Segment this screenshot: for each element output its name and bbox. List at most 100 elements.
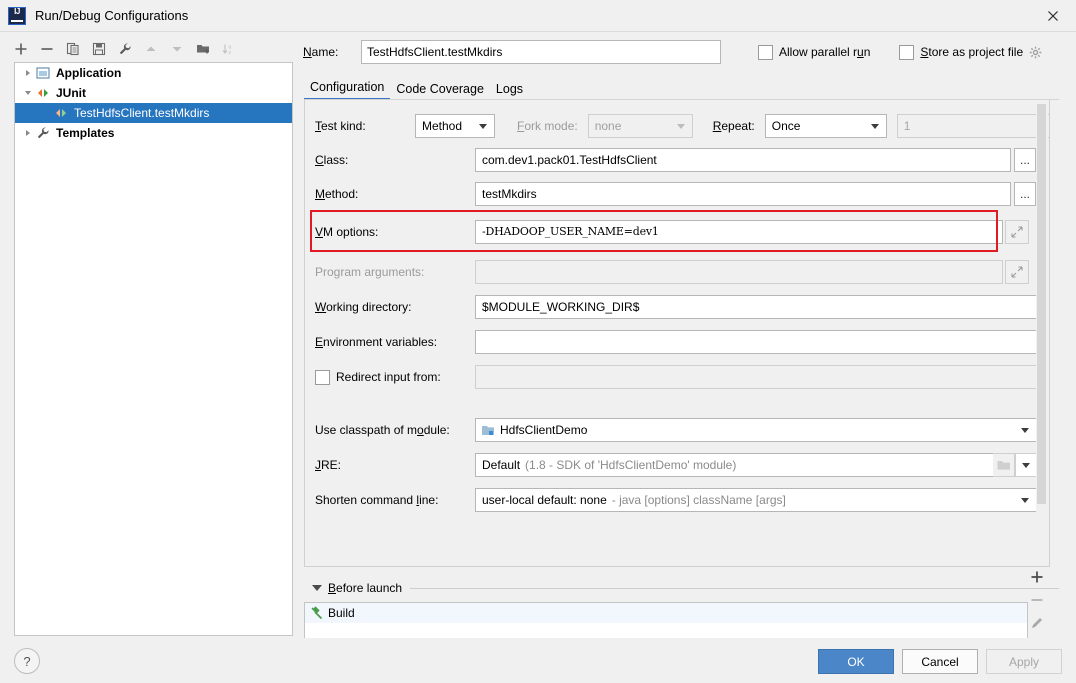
jre-input[interactable]: Default (1.8 - SDK of 'HdfsClientDemo' m…	[475, 453, 993, 477]
config-pane-scrollbar-track[interactable]	[1036, 101, 1048, 565]
working-directory-label: Working directory:	[315, 300, 412, 314]
build-hammer-icon	[310, 606, 328, 620]
shorten-command-line-hint: - java [options] className [args]	[611, 493, 786, 507]
jre-row: JRE: Default (1.8 - SDK of 'HdfsClientDe…	[315, 453, 1037, 477]
window-titlebar: Run/Debug Configurations	[0, 0, 1076, 32]
module-icon	[481, 423, 495, 437]
test-kind-label: Test kind:	[315, 119, 366, 133]
apply-button[interactable]: Apply	[986, 649, 1062, 674]
test-kind-select[interactable]: Method	[415, 114, 495, 138]
name-input[interactable]: TestHdfsClient.testMkdirs	[361, 40, 721, 64]
repeat-count-input[interactable]: 1	[896, 114, 1049, 138]
checkbox-box[interactable]	[315, 369, 330, 385]
before-launch-edit-button[interactable]	[1025, 611, 1049, 634]
program-arguments-input[interactable]	[475, 260, 1003, 284]
gear-icon[interactable]	[1029, 46, 1042, 59]
before-launch-item-build[interactable]: Build	[305, 603, 1027, 623]
close-icon[interactable]	[1030, 0, 1076, 31]
arrow-up-icon[interactable]	[138, 37, 164, 61]
tab-code-coverage[interactable]: Code Coverage	[390, 82, 490, 100]
redirect-input-row: Redirect input from:	[315, 365, 1037, 389]
editor-tabs[interactable]: Configuration Code Coverage Logs	[304, 76, 1059, 100]
jre-browse-button[interactable]	[993, 453, 1015, 477]
configurations-tree[interactable]: Application JUnit TestHdfsClient.testMkd…	[14, 62, 293, 636]
wrench-icon[interactable]	[112, 37, 138, 61]
tree-item-testhdfsclient-testmkdirs[interactable]: TestHdfsClient.testMkdirs	[15, 103, 292, 123]
tree-item-application[interactable]: Application	[15, 63, 292, 83]
before-launch-remove-button[interactable]	[1025, 589, 1049, 612]
environment-variables-row: Environment variables:	[315, 330, 1037, 354]
use-classpath-select[interactable]: HdfsClientDemo	[475, 418, 1037, 442]
shorten-command-line-select[interactable]: user-local default: none - java [options…	[475, 488, 1037, 512]
arrow-down-icon[interactable]	[164, 37, 190, 61]
fork-mode-label: Fork mode:	[517, 119, 578, 133]
use-classpath-row: Use classpath of module: HdfsClientDemo	[315, 418, 1037, 442]
chevron-down-icon[interactable]	[21, 83, 35, 103]
redirect-input-checkbox[interactable]: Redirect input from:	[315, 369, 475, 385]
vm-options-expand-button[interactable]	[1005, 220, 1029, 244]
configurations-toolbar: a z	[8, 36, 293, 62]
before-launch-add-button[interactable]	[1025, 566, 1049, 589]
fork-mode-select[interactable]: none	[587, 114, 693, 138]
chevron-down-icon	[1021, 498, 1029, 503]
sort-az-icon[interactable]: a z	[216, 37, 242, 61]
use-classpath-label: Use classpath of module:	[315, 423, 450, 437]
before-launch-side-buttons	[1025, 566, 1049, 634]
remove-configuration-button[interactable]	[34, 37, 60, 61]
jre-control-group: Default (1.8 - SDK of 'HdfsClientDemo' m…	[475, 453, 1037, 477]
help-button[interactable]: ?	[14, 648, 40, 674]
checkbox-box[interactable]	[899, 44, 915, 60]
test-kind-row: Test kind: Method Fork mode: none Repeat…	[315, 114, 1049, 138]
name-row: Name: TestHdfsClient.testMkdirs Allow pa…	[303, 40, 1063, 64]
method-input[interactable]: testMkdirs	[475, 182, 1011, 206]
store-as-project-file-checkbox[interactable]: Store as project file	[899, 44, 1024, 60]
method-browse-button[interactable]: ...	[1014, 182, 1036, 206]
chevron-down-icon	[676, 124, 685, 129]
shorten-command-line-row: Shorten command line: user-local default…	[315, 488, 1037, 512]
class-browse-button[interactable]: ...	[1014, 148, 1036, 172]
tab-logs[interactable]: Logs	[490, 82, 529, 100]
tree-item-label: TestHdfsClient.testMkdirs	[74, 106, 210, 120]
chevron-right-icon[interactable]	[21, 63, 35, 83]
ok-button[interactable]: OK	[818, 649, 894, 674]
working-directory-input[interactable]: $MODULE_WORKING_DIR$	[475, 295, 1037, 319]
chevron-right-icon[interactable]	[21, 123, 35, 143]
checkbox-box[interactable]	[758, 44, 773, 60]
tab-configuration[interactable]: Configuration	[304, 80, 391, 100]
method-row: Method: testMkdirs ...	[315, 182, 1036, 206]
tree-item-label: JUnit	[56, 86, 86, 100]
repeat-select[interactable]: Once	[764, 114, 887, 138]
before-launch-title: Before launch	[328, 581, 403, 595]
application-icon	[35, 65, 51, 81]
fork-mode-value: none	[594, 119, 622, 133]
environment-variables-input[interactable]	[475, 330, 1037, 354]
before-launch-header[interactable]: Before launch	[304, 578, 1059, 598]
add-configuration-button[interactable]	[8, 37, 34, 61]
config-pane-scrollbar-thumb[interactable]	[1037, 104, 1046, 504]
jre-label: JRE:	[315, 458, 342, 472]
redirect-input-field[interactable]	[475, 365, 1037, 389]
use-classpath-value: HdfsClientDemo	[500, 423, 588, 437]
vm-options-row: VM options: -DHADOOP_USER_NAME=dev1	[315, 220, 1029, 244]
test-kind-value: Method	[422, 119, 463, 133]
jre-dropdown-button[interactable]	[1015, 453, 1037, 477]
class-input[interactable]: com.dev1.pack01.TestHdfsClient	[475, 148, 1011, 172]
allow-parallel-run-checkbox[interactable]: Allow parallel run	[758, 44, 871, 60]
cancel-button[interactable]: Cancel	[902, 649, 978, 674]
intellij-idea-icon	[8, 6, 26, 25]
folder-add-icon[interactable]	[190, 37, 216, 61]
tree-item-junit[interactable]: JUnit	[15, 83, 292, 103]
chevron-down-icon[interactable]	[312, 585, 322, 591]
tree-item-label: Templates	[56, 126, 115, 140]
divider	[410, 587, 1059, 589]
save-icon[interactable]	[86, 37, 112, 61]
chevron-down-icon	[1022, 462, 1030, 468]
tree-item-templates[interactable]: Templates	[15, 123, 292, 143]
class-label: Class:	[315, 153, 349, 167]
vm-options-input[interactable]: -DHADOOP_USER_NAME=dev1	[475, 220, 1003, 244]
program-arguments-expand-button[interactable]	[1005, 260, 1029, 284]
allow-parallel-run-label: Allow parallel run	[779, 45, 871, 59]
copy-icon[interactable]	[60, 37, 86, 61]
method-label: Method:	[315, 187, 359, 201]
store-as-project-file-label: Store as project file	[920, 45, 1024, 59]
